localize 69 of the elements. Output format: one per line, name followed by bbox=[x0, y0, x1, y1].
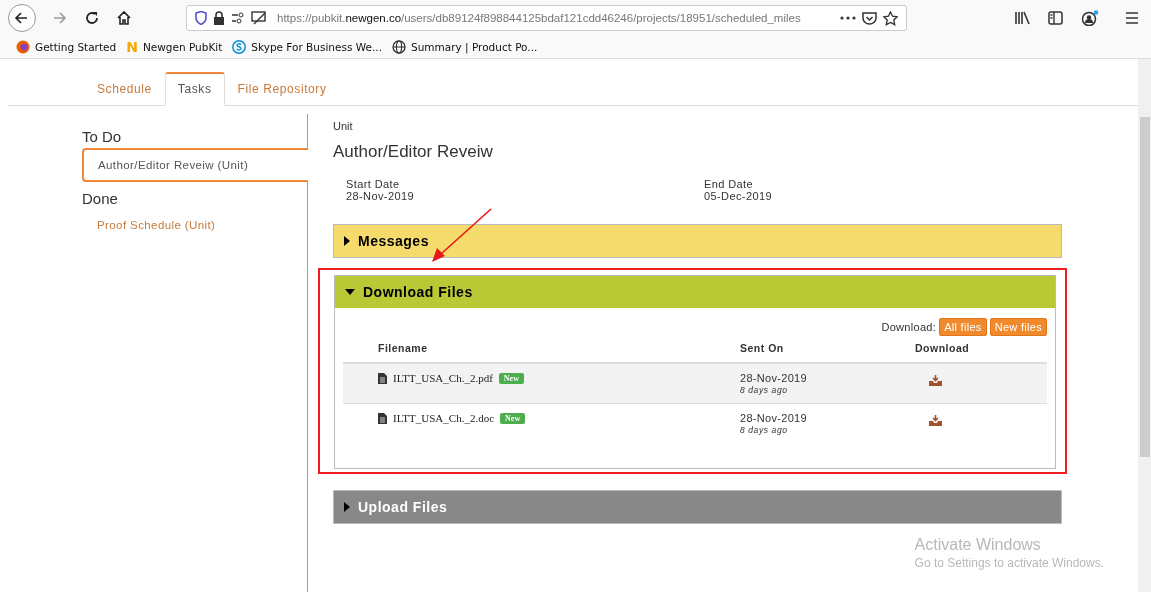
section-header[interactable]: Download Files bbox=[335, 276, 1055, 308]
relative-time: 8 days ago bbox=[740, 385, 789, 395]
section-header[interactable]: Upload Files bbox=[334, 491, 1061, 523]
reload-icon[interactable] bbox=[84, 10, 100, 26]
bookmark-item[interactable]: Summary | Product Po... bbox=[392, 40, 538, 54]
file-icon bbox=[378, 412, 387, 424]
forward-icon[interactable] bbox=[52, 10, 68, 26]
new-badge: New bbox=[498, 372, 524, 384]
scrollbar-thumb[interactable] bbox=[1139, 117, 1150, 457]
column-header: Download bbox=[915, 342, 971, 354]
sent-date: 28-Nov-2019 bbox=[740, 372, 808, 384]
section-header[interactable]: Messages bbox=[334, 225, 1061, 257]
date-label: Start Date bbox=[346, 178, 401, 190]
bookmark-label: Skype For Business We... bbox=[251, 41, 382, 53]
task-title: Author/Editor Reveiw bbox=[333, 142, 493, 162]
file-icon bbox=[378, 372, 387, 384]
relative-time: 8 days ago bbox=[740, 425, 789, 435]
date-value: 05-Dec-2019 bbox=[704, 190, 773, 202]
more-icon[interactable] bbox=[840, 16, 856, 20]
back-arrow-icon bbox=[14, 10, 30, 26]
unit-label: Unit bbox=[333, 120, 353, 132]
bookmark-label: Newgen PubKit bbox=[142, 41, 223, 53]
globe-icon bbox=[392, 40, 406, 54]
shield-icon[interactable] bbox=[195, 11, 207, 25]
column-header: Filename bbox=[378, 342, 429, 354]
star-icon[interactable] bbox=[883, 10, 898, 26]
sent-date: 28-Nov-2019 bbox=[740, 412, 808, 424]
account-icon[interactable] bbox=[1081, 10, 1099, 26]
bookmark-item[interactable]: Skype For Business We... bbox=[232, 40, 382, 54]
s-logo-icon bbox=[232, 40, 247, 54]
group-heading: To Do bbox=[82, 128, 122, 145]
library-icon[interactable] bbox=[1014, 11, 1030, 25]
download-icon[interactable] bbox=[929, 375, 942, 386]
lock-icon[interactable] bbox=[213, 11, 225, 25]
date-label: End Date bbox=[704, 178, 755, 190]
task-item[interactable]: Proof Schedule (Unit) bbox=[82, 210, 307, 240]
bookmark-item[interactable]: N Newgen PubKit bbox=[126, 39, 223, 55]
back-button[interactable] bbox=[8, 4, 36, 32]
date-value: 28-Nov-2019 bbox=[346, 190, 415, 202]
caret-icon bbox=[344, 236, 350, 246]
browser-logo-icon bbox=[16, 40, 30, 54]
bookmark-label: Getting Started bbox=[35, 41, 117, 53]
download-label: Download: bbox=[881, 321, 937, 333]
address-bar[interactable]: https://pubkit.newgen.co/users/db89124f898844125bdaf121cdd46246/projects/18951/scheduled_miles bbox=[186, 5, 907, 31]
bookmark-item[interactable]: Getting Started bbox=[16, 40, 117, 54]
letter-logo: N bbox=[126, 39, 138, 55]
menu-icon[interactable] bbox=[1125, 12, 1139, 24]
file-name: ILTT_USA_Ch._2.doc bbox=[393, 412, 495, 424]
sidebar-icon[interactable] bbox=[1048, 11, 1063, 25]
tab[interactable]: Schedule bbox=[84, 73, 165, 106]
tab[interactable]: Tasks bbox=[164, 72, 225, 106]
new-badge: New bbox=[500, 412, 526, 424]
home-icon[interactable] bbox=[116, 10, 132, 26]
url-text: https://pubkit.newgen.co/users/db89124f898844125bdaf121cdd46246/projects/18951/scheduled_miles bbox=[277, 12, 802, 24]
activation-message: Go to Settings to activate Windows. bbox=[914, 556, 1104, 570]
task-item[interactable]: Author/Editor Reveiw (Unit) bbox=[82, 148, 308, 182]
activation-title: Activate Windows bbox=[914, 536, 1042, 554]
screen-share-icon[interactable] bbox=[251, 11, 267, 25]
permissions-icon[interactable] bbox=[231, 12, 245, 24]
pocket-icon[interactable] bbox=[862, 11, 877, 25]
annotation-arrow bbox=[429, 208, 493, 264]
caret-icon bbox=[345, 289, 355, 295]
scrollbar[interactable] bbox=[1138, 59, 1151, 592]
file-name: ILTT_USA_Ch._2.pdf bbox=[393, 372, 493, 384]
bookmark-label: Summary | Product Po... bbox=[411, 41, 538, 53]
download-icon[interactable] bbox=[929, 415, 942, 426]
group-heading: Done bbox=[82, 190, 118, 207]
caret-icon bbox=[344, 502, 350, 512]
column-header: Sent On bbox=[740, 342, 785, 354]
